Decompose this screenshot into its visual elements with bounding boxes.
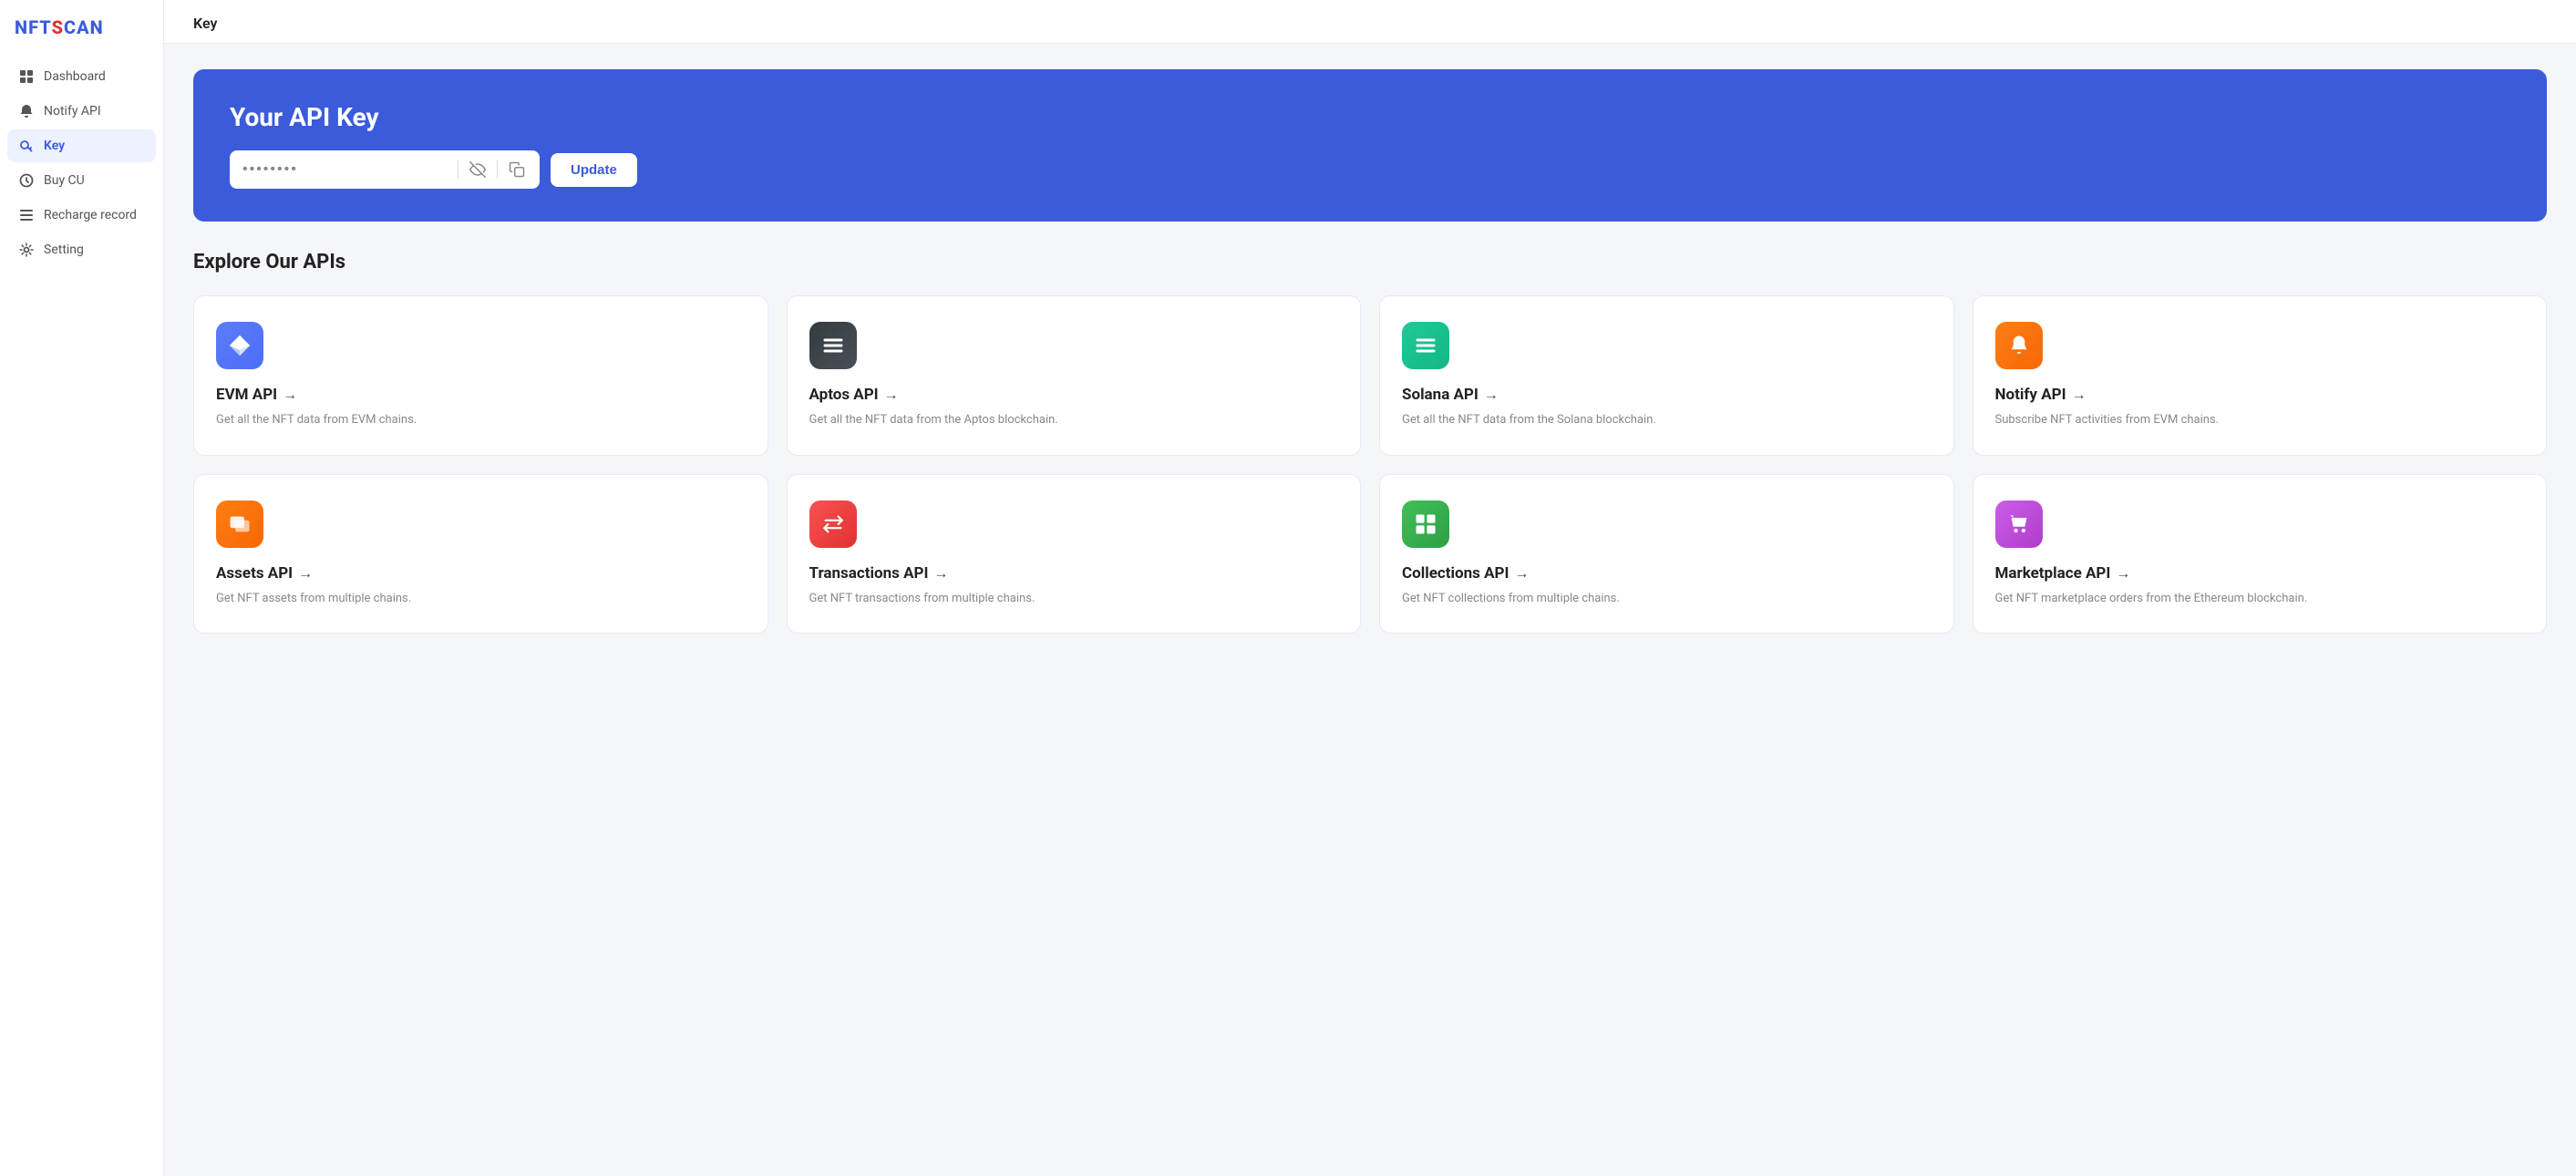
api-card-assets-desc: Get NFT assets from multiple chains.	[216, 590, 746, 608]
api-key-input-wrap	[230, 150, 540, 189]
eye-off-icon	[469, 161, 486, 178]
arrow-icon: →	[933, 564, 948, 583]
api-card-solana-desc: Get all the NFT data from the Solana blo…	[1402, 411, 1932, 429]
api-card-evm[interactable]: EVM API → Get all the NFT data from EVM c…	[193, 295, 768, 456]
input-divider	[458, 160, 459, 179]
sidebar-item-recharge-record-label: Recharge record	[44, 208, 137, 222]
api-card-notify-name: Notify API →	[1995, 386, 2525, 404]
arrow-icon: →	[884, 386, 899, 404]
api-key-row: Update	[230, 150, 2510, 189]
api-card-aptos[interactable]: Aptos API → Get all the NFT data from the…	[787, 295, 1362, 456]
logo-text: NFTSCAN	[15, 16, 104, 38]
api-card-aptos-name: Aptos API →	[809, 386, 1339, 404]
update-button[interactable]: Update	[551, 153, 637, 187]
arrow-icon: →	[283, 386, 297, 404]
notify-icon	[1995, 322, 2043, 369]
sidebar-item-dashboard[interactable]: Dashboard	[7, 60, 156, 93]
api-key-input[interactable]	[242, 161, 448, 178]
main-content: Key Your API Key	[164, 0, 2576, 1176]
api-card-transactions[interactable]: Transactions API → Get NFT transactions f…	[787, 474, 1362, 634]
api-key-banner: Your API Key	[193, 69, 2547, 222]
sidebar-nav: Dashboard Notify API Key Buy CU Recharge…	[0, 57, 163, 270]
api-card-assets-name: Assets API →	[216, 564, 746, 583]
api-card-evm-desc: Get all the NFT data from EVM chains.	[216, 411, 746, 429]
sidebar-item-dashboard-label: Dashboard	[44, 69, 106, 84]
logo: NFTSCAN	[0, 0, 163, 57]
api-card-transactions-name: Transactions API →	[809, 564, 1339, 583]
sidebar-item-key-label: Key	[44, 139, 65, 153]
toggle-visibility-button[interactable]	[468, 160, 488, 180]
api-card-solana-name: Solana API →	[1402, 386, 1932, 404]
arrow-icon: →	[1514, 564, 1529, 583]
evm-icon	[216, 322, 263, 369]
sidebar-item-key[interactable]: Key	[7, 129, 156, 162]
gear-icon	[18, 242, 35, 258]
explore-title: Explore Our APIs	[193, 251, 2547, 273]
arrow-icon: →	[2072, 386, 2087, 404]
api-card-assets[interactable]: Assets API → Get NFT assets from multiple…	[193, 474, 768, 634]
api-card-evm-name: EVM API →	[216, 386, 746, 404]
sidebar-item-buy-cu-label: Buy CU	[44, 173, 85, 188]
transactions-icon	[809, 500, 857, 548]
aptos-icon	[809, 322, 857, 369]
bell-icon	[18, 103, 35, 119]
marketplace-icon	[1995, 500, 2043, 548]
api-card-solana[interactable]: Solana API → Get all the NFT data from th…	[1379, 295, 1954, 456]
api-card-marketplace-desc: Get NFT marketplace orders from the Ethe…	[1995, 590, 2525, 608]
api-card-collections-name: Collections API →	[1402, 564, 1932, 583]
tag-icon	[18, 172, 35, 189]
key-icon	[18, 138, 35, 154]
collections-icon	[1402, 500, 1449, 548]
assets-icon	[216, 500, 263, 548]
arrow-icon: →	[298, 564, 313, 583]
grid-icon	[18, 68, 35, 85]
arrow-icon: →	[1484, 386, 1499, 404]
api-card-marketplace-name: Marketplace API →	[1995, 564, 2525, 583]
copy-icon	[509, 161, 525, 178]
sidebar-item-setting[interactable]: Setting	[7, 233, 156, 266]
sidebar-item-setting-label: Setting	[44, 242, 84, 257]
api-card-marketplace[interactable]: Marketplace API → Get NFT marketplace ord…	[1973, 474, 2548, 634]
api-card-notify-desc: Subscribe NFT activities from EVM chains…	[1995, 411, 2525, 429]
api-card-collections-desc: Get NFT collections from multiple chains…	[1402, 590, 1932, 608]
input-divider-2	[497, 160, 498, 179]
api-card-aptos-desc: Get all the NFT data from the Aptos bloc…	[809, 411, 1339, 429]
api-card-transactions-desc: Get NFT transactions from multiple chain…	[809, 590, 1339, 608]
sidebar-item-notify-api-label: Notify API	[44, 104, 101, 119]
api-key-title: Your API Key	[230, 102, 2510, 132]
sidebar-item-recharge-record[interactable]: Recharge record	[7, 199, 156, 232]
solana-icon	[1402, 322, 1449, 369]
api-card-collections[interactable]: Collections API → Get NFT collections fro…	[1379, 474, 1954, 634]
page-title: Key	[164, 0, 2576, 44]
api-card-notify[interactable]: Notify API → Subscribe NFT activities fro…	[1973, 295, 2548, 456]
sidebar-item-notify-api[interactable]: Notify API	[7, 95, 156, 128]
sidebar: NFTSCAN Dashboard Notify API Key Buy C	[0, 0, 164, 1176]
sidebar-item-buy-cu[interactable]: Buy CU	[7, 164, 156, 197]
arrow-icon: →	[2116, 564, 2130, 583]
copy-button[interactable]	[507, 160, 527, 180]
api-grid: EVM API → Get all the NFT data from EVM c…	[193, 295, 2547, 634]
list-icon	[18, 207, 35, 223]
content-area: Your API Key	[164, 44, 2576, 659]
